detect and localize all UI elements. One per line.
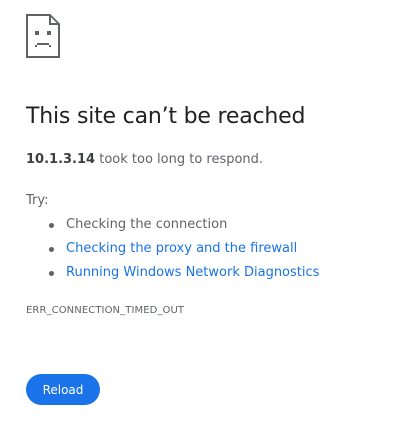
page-title: This site can’t be reached: [26, 104, 306, 129]
suggestion-item: Checking the connection: [26, 215, 319, 239]
error-code: ERR_CONNECTION_TIMED_OUT: [26, 305, 185, 316]
suggestion-link-proxy-firewall[interactable]: Checking the proxy and the firewall: [66, 241, 297, 256]
sad-page-icon: [26, 14, 60, 58]
suggestion-link-network-diagnostics[interactable]: Running Windows Network Diagnostics: [66, 265, 319, 280]
host-address: 10.1.3.14: [26, 152, 96, 167]
suggestion-check-connection: Checking the connection: [66, 217, 228, 232]
try-label: Try:: [26, 193, 49, 208]
suggestion-item: Running Windows Network Diagnostics: [26, 263, 319, 287]
error-description: 10.1.3.14 took too long to respond.: [26, 152, 263, 167]
suggestions-list: Checking the connection Checking the pro…: [26, 215, 319, 287]
suggestion-item: Checking the proxy and the firewall: [26, 239, 319, 263]
reload-button[interactable]: Reload: [26, 374, 100, 405]
error-message: took too long to respond.: [95, 152, 264, 167]
